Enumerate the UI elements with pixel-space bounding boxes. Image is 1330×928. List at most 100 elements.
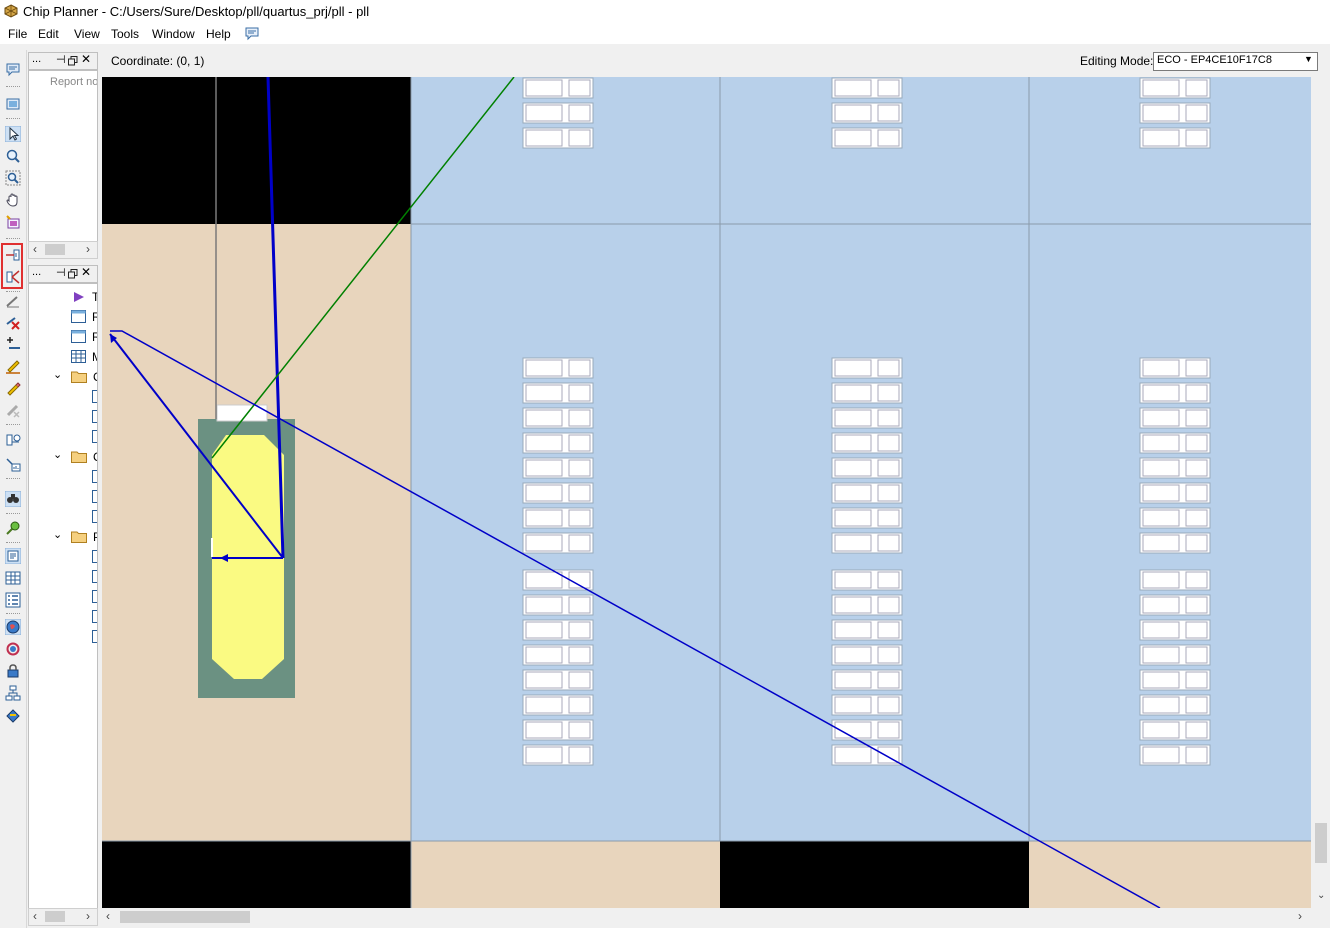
tree-folder[interactable]: ⌄ C	[53, 368, 97, 384]
scroll-left-icon[interactable]: ‹	[106, 909, 110, 923]
menu-edit[interactable]: Edit	[38, 27, 59, 41]
tree-leaf[interactable]	[92, 390, 97, 403]
close-icon[interactable]: ✕	[81, 265, 91, 279]
floorplan-view[interactable]	[102, 77, 1311, 908]
generate-fan-out-icon[interactable]	[5, 269, 21, 285]
close-icon[interactable]: ✕	[81, 52, 91, 66]
menu-tools[interactable]: Tools	[111, 27, 139, 41]
remove-icon[interactable]	[5, 402, 21, 418]
layer-settings-icon[interactable]	[5, 96, 21, 112]
properties-icon[interactable]	[5, 548, 21, 564]
find-icon[interactable]	[5, 491, 21, 507]
lut-cell	[525, 646, 563, 664]
delete-connection-icon[interactable]	[5, 314, 21, 330]
editing-mode-value: ECO - EP4CE10F17C8	[1157, 54, 1272, 66]
add-connection-icon[interactable]	[5, 336, 21, 352]
generate-fan-in-icon[interactable]	[5, 247, 21, 263]
globe-icon[interactable]	[5, 619, 21, 635]
register-cell	[1185, 129, 1208, 147]
tree-leaf[interactable]	[92, 510, 97, 523]
tree-folder[interactable]: ⌄ C	[53, 448, 97, 464]
lut-cell	[1142, 384, 1180, 402]
hand-pan-icon[interactable]	[5, 192, 21, 208]
edit-wire-icon[interactable]	[5, 358, 21, 374]
tree-item[interactable]: T	[73, 290, 97, 304]
menu-view[interactable]: View	[74, 27, 100, 41]
lut-cell	[834, 104, 872, 122]
float-icon[interactable]	[68, 56, 78, 66]
tree-leaf[interactable]	[92, 470, 97, 483]
menu-help[interactable]: Help	[206, 27, 231, 41]
zoom-icon[interactable]	[5, 148, 21, 164]
scroll-thumb[interactable]	[120, 911, 250, 923]
register-cell	[877, 721, 900, 739]
left-toolbar	[0, 50, 27, 928]
lut-cell	[834, 129, 872, 147]
lut-cell	[1142, 534, 1180, 552]
zoom-region-icon[interactable]	[5, 170, 21, 186]
select-arrow-icon[interactable]	[5, 126, 21, 142]
paint-icon[interactable]	[5, 707, 21, 723]
tree-leaf[interactable]	[92, 410, 97, 423]
top-pane-hscroll[interactable]: ‹ ›	[28, 241, 98, 259]
register-cell	[568, 671, 591, 689]
timing-icon[interactable]	[5, 456, 21, 472]
comment-icon[interactable]	[5, 62, 21, 78]
lut-cell	[525, 509, 563, 527]
hierarchy-icon[interactable]	[5, 685, 21, 701]
menu-file[interactable]: File	[8, 27, 27, 41]
table-icon[interactable]	[5, 570, 21, 586]
pencil-icon[interactable]	[5, 380, 21, 396]
tree-leaf[interactable]	[92, 550, 97, 563]
canvas-hscroll[interactable]: ‹ ›	[102, 908, 1312, 928]
scroll-down-icon[interactable]: ⌄	[1317, 890, 1325, 901]
canvas-vscroll[interactable]: ⌄	[1312, 77, 1330, 908]
tree-leaf[interactable]	[92, 490, 97, 503]
register-cell	[877, 359, 900, 377]
register-cell	[1185, 359, 1208, 377]
register-cell	[1185, 79, 1208, 97]
scroll-right-icon[interactable]: ›	[86, 242, 90, 256]
editing-mode-select[interactable]: ECO - EP4CE10F17C8 ▼	[1153, 52, 1318, 71]
refresh-icon[interactable]	[5, 641, 21, 657]
routing-delay-icon[interactable]	[5, 432, 21, 448]
tree-folder[interactable]: ⌄ P	[53, 528, 97, 544]
scroll-thumb[interactable]	[1315, 823, 1327, 863]
register-cell	[877, 646, 900, 664]
pin-icon[interactable]: ⊣	[56, 53, 66, 66]
scroll-right-icon[interactable]: ›	[86, 909, 90, 923]
chevron-down-icon[interactable]: ▼	[1304, 54, 1313, 64]
chip-planner-canvas[interactable]	[102, 77, 1311, 908]
menu-window[interactable]: Window	[152, 27, 195, 41]
tree-item[interactable]: M	[71, 350, 97, 364]
lut-cell	[1142, 746, 1180, 764]
scroll-left-icon[interactable]: ‹	[33, 242, 37, 256]
list-icon[interactable]	[5, 592, 21, 608]
tree-leaf[interactable]	[92, 430, 97, 443]
draw-line-icon[interactable]	[5, 293, 21, 309]
lut-cell	[834, 484, 872, 502]
float-icon[interactable]	[68, 269, 78, 279]
chevron-down-icon[interactable]: ⌄	[53, 368, 62, 381]
tree-leaf[interactable]	[92, 610, 97, 623]
tree-leaf[interactable]	[92, 570, 97, 583]
tree-leaf[interactable]	[92, 630, 97, 643]
tree-item[interactable]: R	[71, 330, 97, 344]
chevron-down-icon[interactable]: ⌄	[53, 528, 62, 541]
scroll-thumb[interactable]	[45, 244, 65, 255]
comment-icon[interactable]	[245, 27, 259, 41]
pin-icon[interactable]: ⊣	[56, 266, 66, 279]
folder-icon	[71, 451, 87, 463]
scroll-thumb[interactable]	[45, 911, 65, 922]
highlight-icon[interactable]	[5, 214, 21, 230]
bottom-pane-hscroll[interactable]: ‹ ›	[28, 908, 98, 926]
scroll-left-icon[interactable]: ‹	[33, 909, 37, 923]
chevron-down-icon[interactable]: ⌄	[53, 448, 62, 461]
lock-icon[interactable]	[5, 663, 21, 679]
locate-icon[interactable]	[5, 520, 21, 536]
tree-leaf[interactable]	[92, 590, 97, 603]
scroll-right-icon[interactable]: ›	[1298, 909, 1302, 923]
lut-cell	[834, 596, 872, 614]
tree-item[interactable]: R	[71, 310, 97, 324]
lut-cell	[834, 671, 872, 689]
